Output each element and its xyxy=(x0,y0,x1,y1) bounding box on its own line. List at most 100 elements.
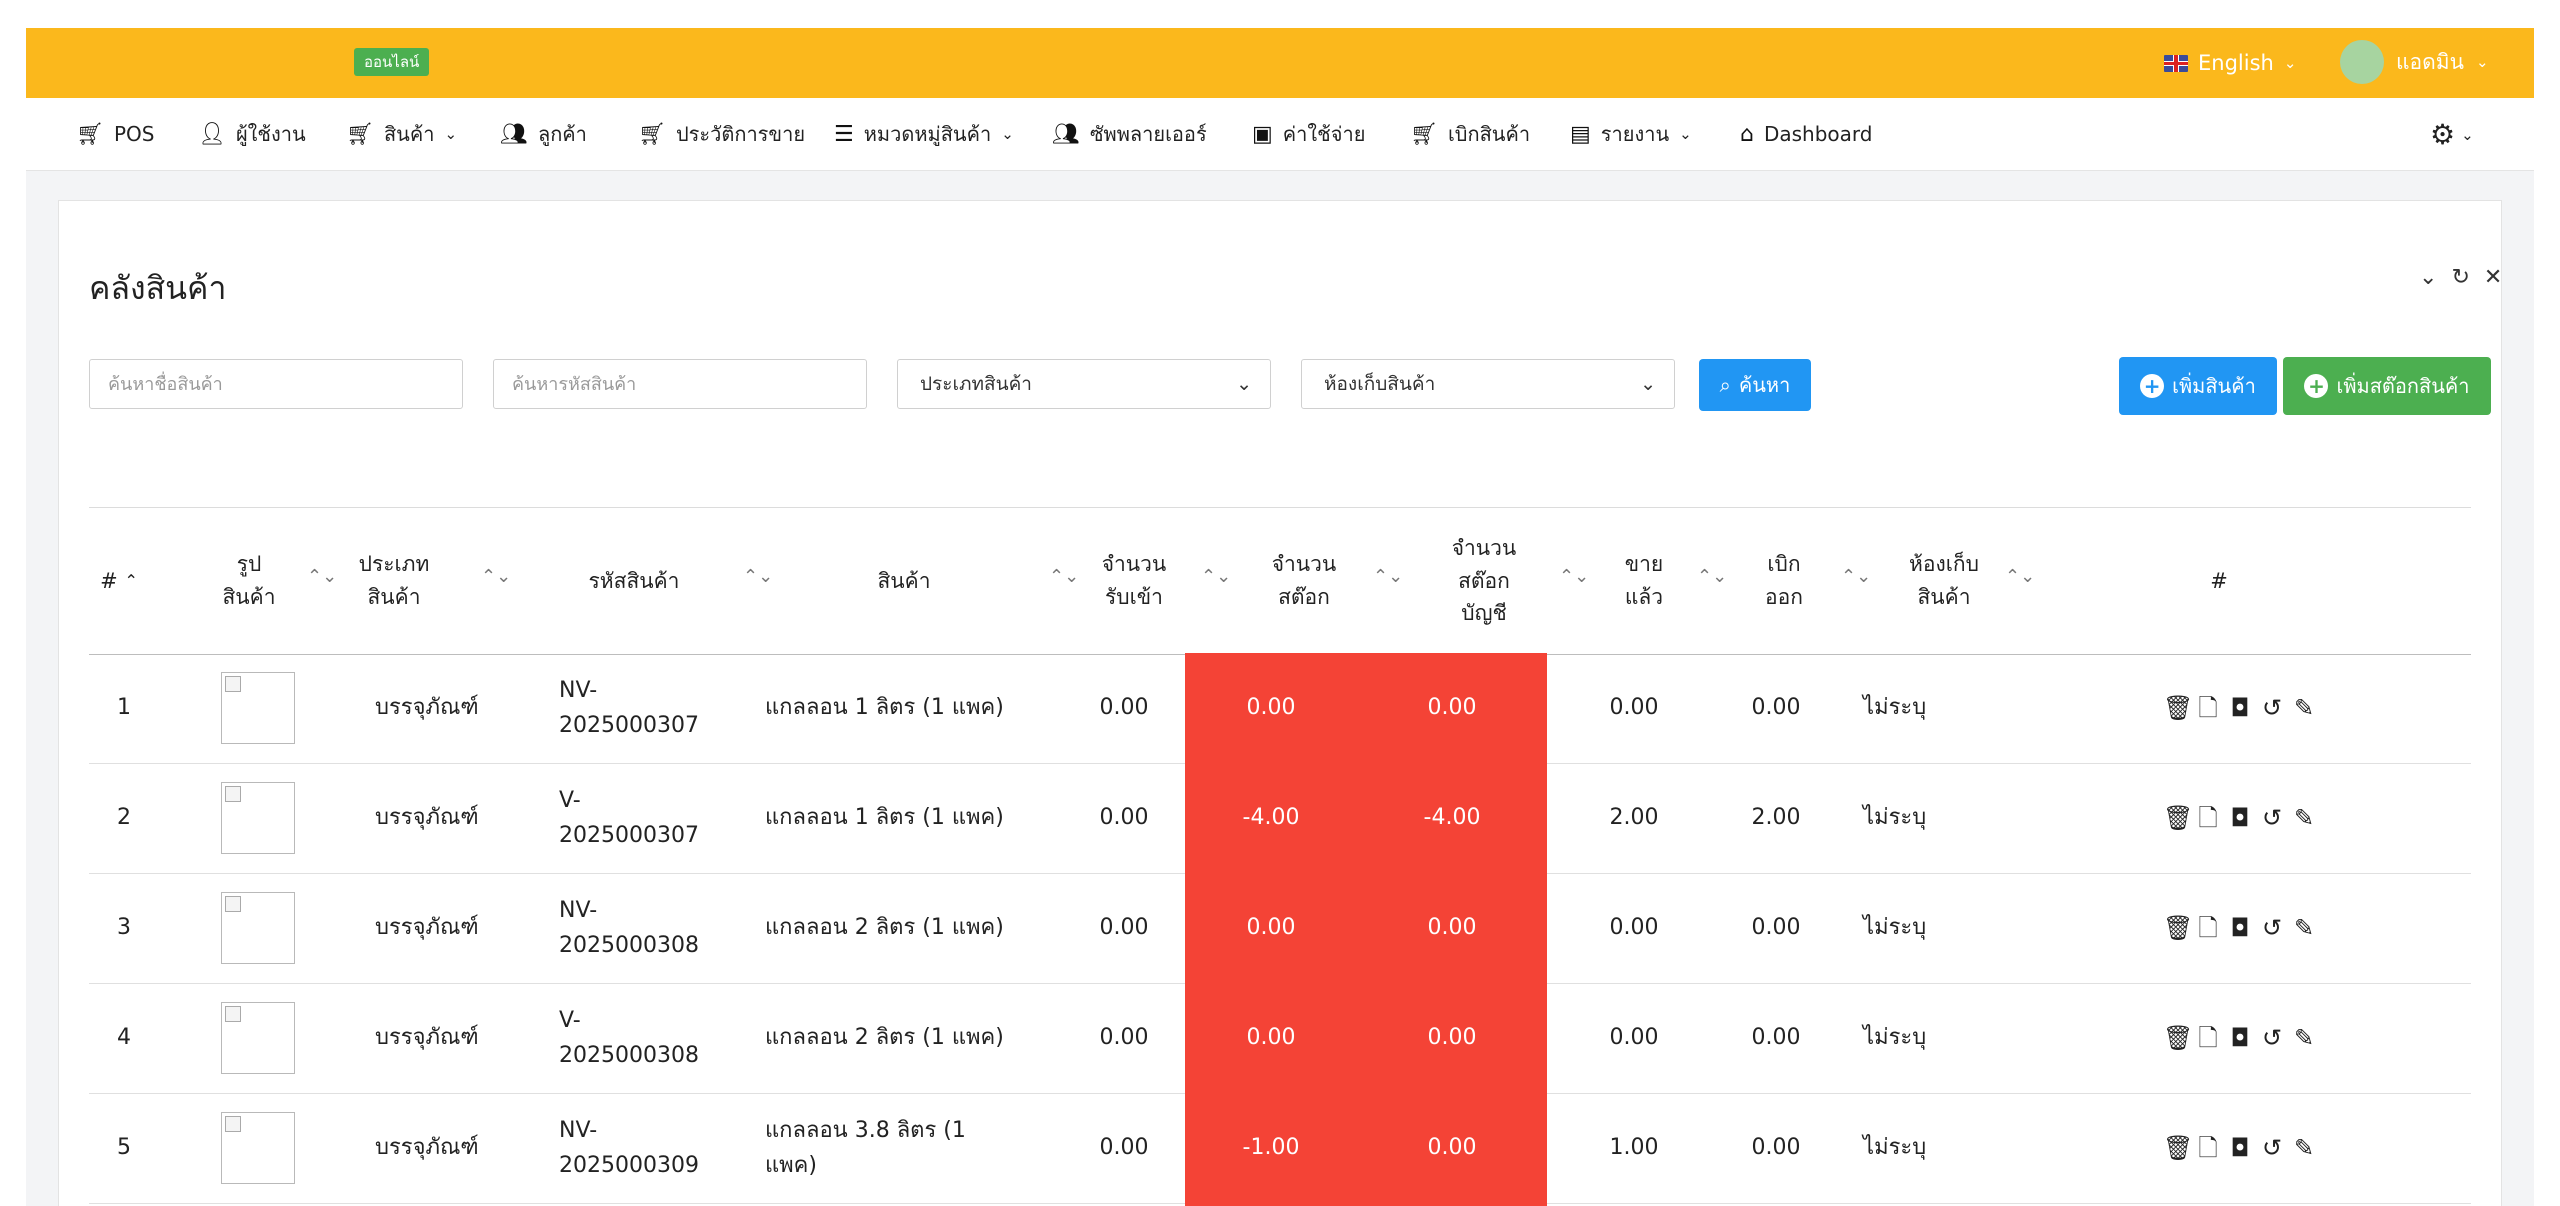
history-icon[interactable]: ↺ xyxy=(2259,1019,2285,1057)
category-select[interactable]: ประเภทสินค้า ⌄ xyxy=(897,359,1271,409)
nav-item-pos[interactable]: 🛒︎ POS xyxy=(76,98,154,170)
sort-icon[interactable]: ⌃⌄ xyxy=(481,566,511,587)
header-book-stock[interactable]: จำนวน สต๊อก บัญชี xyxy=(1439,508,1529,654)
header-index[interactable]: # ⌃ xyxy=(89,508,149,654)
camera-icon[interactable]: ◘ xyxy=(2227,1129,2253,1167)
trash-icon[interactable]: 🗑︎ xyxy=(2163,689,2193,727)
close-icon[interactable]: ✕ xyxy=(2484,265,2502,290)
history-icon[interactable]: ↺ xyxy=(2259,1129,2285,1167)
nav-item-products[interactable]: 🛒︎ สินค้า ⌄ xyxy=(346,98,457,170)
settings-menu[interactable]: ⚙ ⌄ xyxy=(2430,118,2474,151)
chevron-down-icon: ⌄ xyxy=(1640,373,1656,395)
sort-icon[interactable]: ⌃⌄ xyxy=(307,566,337,587)
trash-icon[interactable]: 🗑︎ xyxy=(2163,1129,2193,1167)
sort-icon[interactable]: ⌃⌄ xyxy=(1049,566,1079,587)
product-code-search[interactable] xyxy=(493,359,867,409)
trash-icon[interactable]: 🗑︎ xyxy=(2163,1019,2193,1057)
camera-icon[interactable]: ◘ xyxy=(2227,1019,2253,1057)
history-icon[interactable]: ↺ xyxy=(2259,799,2285,837)
trash-icon[interactable]: 🗑︎ xyxy=(2163,799,2193,837)
code-prefix: NV- xyxy=(559,1117,598,1143)
header-image[interactable]: รูป สินค้า xyxy=(209,508,289,654)
nav-item-categories[interactable]: ☰ หมวดหมู่สินค้า ⌄ xyxy=(834,98,1014,170)
header-withdrawn[interactable]: เบิก ออก xyxy=(1749,508,1819,654)
cell-received: 0.00 xyxy=(1099,805,1149,831)
sort-icon[interactable]: ⌃⌄ xyxy=(2005,566,2035,587)
camera-icon[interactable]: ◘ xyxy=(2227,689,2253,727)
header-label: # xyxy=(100,568,118,593)
cell-product: แกลลอน 2 ลิตร (1 แพค) xyxy=(765,915,1004,941)
sort-icon[interactable]: ⌃⌄ xyxy=(1697,566,1727,587)
nav-item-suppliers[interactable]: 👥︎ ซัพพลายเออร์ xyxy=(1052,98,1207,170)
camera-icon[interactable]: ◘ xyxy=(2227,799,2253,837)
cell-image xyxy=(221,873,295,983)
edit-icon[interactable]: ✎ xyxy=(2291,1019,2317,1057)
cart-icon: 🛒︎ xyxy=(76,121,104,147)
product-name-search[interactable] xyxy=(89,359,463,409)
search-button[interactable]: ⌕ ค้นหา xyxy=(1699,359,1811,411)
nav-item-dashboard[interactable]: ⌂ Dashboard xyxy=(1740,98,1872,170)
cell-product: แกลลอน 3.8 ลิตร (1 แพค) xyxy=(765,1117,966,1178)
sort-icon[interactable]: ⌃⌄ xyxy=(1559,566,1589,587)
product-code-input[interactable] xyxy=(494,360,866,408)
cell-actions: 🗑︎ 🗋︎ ◘ ↺ ✎ xyxy=(2163,1093,2317,1203)
header-type[interactable]: ประเภท สินค้า xyxy=(349,508,439,654)
wallet-icon: ▣ xyxy=(1252,121,1273,147)
header-sold[interactable]: ขาย แล้ว xyxy=(1609,508,1679,654)
cell-book-stock: 0.00 xyxy=(1357,1093,1547,1203)
cell-withdrawn: 0.00 xyxy=(1751,1025,1801,1051)
cart-icon: 🛒︎ xyxy=(638,121,666,147)
cell-image xyxy=(221,653,295,763)
code-prefix: V- xyxy=(559,1007,581,1033)
trash-icon[interactable]: 🗑︎ xyxy=(2163,909,2193,947)
edit-icon[interactable]: ✎ xyxy=(2291,1129,2317,1167)
nav-item-sales-history[interactable]: 🛒︎ ประวัติการขาย xyxy=(638,98,805,170)
edit-icon[interactable]: ✎ xyxy=(2291,689,2317,727)
header-warehouse[interactable]: ห้องเก็บ สินค้า xyxy=(1889,508,1999,654)
history-icon[interactable]: ↺ xyxy=(2259,689,2285,727)
language-selector[interactable]: English ⌄ xyxy=(2164,46,2296,80)
cell-sold: 1.00 xyxy=(1609,1135,1659,1161)
document-icon[interactable]: 🗋︎ xyxy=(2195,909,2221,947)
warehouse-select[interactable]: ห้องเก็บสินค้า ⌄ xyxy=(1301,359,1675,409)
document-icon[interactable]: 🗋︎ xyxy=(2195,799,2221,837)
nav-item-users[interactable]: 👤︎ ผู้ใช้งาน xyxy=(198,98,306,170)
history-icon[interactable]: ↺ xyxy=(2259,909,2285,947)
code-number: 2025000308 xyxy=(559,933,699,958)
refresh-icon[interactable]: ↻ xyxy=(2451,265,2469,290)
header-product[interactable]: สินค้า xyxy=(829,508,979,654)
cart-icon: 🛒︎ xyxy=(346,121,374,147)
nav-item-customers[interactable]: 👥︎ ลูกค้า xyxy=(500,98,587,170)
sort-icon[interactable]: ⌃⌄ xyxy=(1373,566,1403,587)
cell-actions: 🗑︎ 🗋︎ ◘ ↺ ✎ xyxy=(2163,873,2317,983)
sort-icon[interactable]: ⌃⌄ xyxy=(743,566,773,587)
document-icon[interactable]: 🗋︎ xyxy=(2195,1129,2221,1167)
product-image-placeholder xyxy=(221,782,295,854)
collapse-icon[interactable]: ⌄ xyxy=(2419,265,2437,290)
cell-image xyxy=(221,763,295,873)
nav-item-withdraw[interactable]: 🛒︎ เบิกสินค้า xyxy=(1410,98,1530,170)
sort-icon[interactable]: ⌃⌄ xyxy=(1841,566,1871,587)
add-product-button[interactable]: + เพิ่มสินค้า xyxy=(2119,357,2277,415)
table-row: 4 บรรจุภัณฑ์ V- 2025000308 แกลลอน 2 ลิตร… xyxy=(89,983,2471,1094)
avatar xyxy=(2340,40,2384,84)
product-name-input[interactable] xyxy=(90,360,462,408)
cell-type: บรรจุภัณฑ์ xyxy=(375,1135,479,1161)
camera-icon[interactable]: ◘ xyxy=(2227,909,2253,947)
nav-item-reports[interactable]: ▤ รายงาน ⌄ xyxy=(1570,98,1692,170)
table-header: # ⌃ รูป สินค้า ⌃⌄ ประเภท สินค้า ⌃⌄ รหัสส… xyxy=(89,507,2471,655)
cell-sold: 0.00 xyxy=(1609,915,1659,941)
nav-label: Dashboard xyxy=(1763,122,1873,146)
document-icon[interactable]: 🗋︎ xyxy=(2195,689,2221,727)
header-code[interactable]: รหัสสินค้า xyxy=(559,508,709,654)
add-stock-button[interactable]: + เพิ่มสต๊อกสินค้า xyxy=(2283,357,2491,415)
header-stock[interactable]: จำนวน สต๊อก xyxy=(1259,508,1349,654)
cell-index: 3 xyxy=(117,915,131,941)
edit-icon[interactable]: ✎ xyxy=(2291,799,2317,837)
edit-icon[interactable]: ✎ xyxy=(2291,909,2317,947)
nav-item-expenses[interactable]: ▣ ค่าใช้จ่าย xyxy=(1252,98,1365,170)
user-menu[interactable]: แอดมิน ⌄ xyxy=(2340,38,2489,86)
sort-icon[interactable]: ⌃⌄ xyxy=(1201,566,1231,587)
document-icon[interactable]: 🗋︎ xyxy=(2195,1019,2221,1057)
header-received[interactable]: จำนวน รับเข้า xyxy=(1089,508,1179,654)
